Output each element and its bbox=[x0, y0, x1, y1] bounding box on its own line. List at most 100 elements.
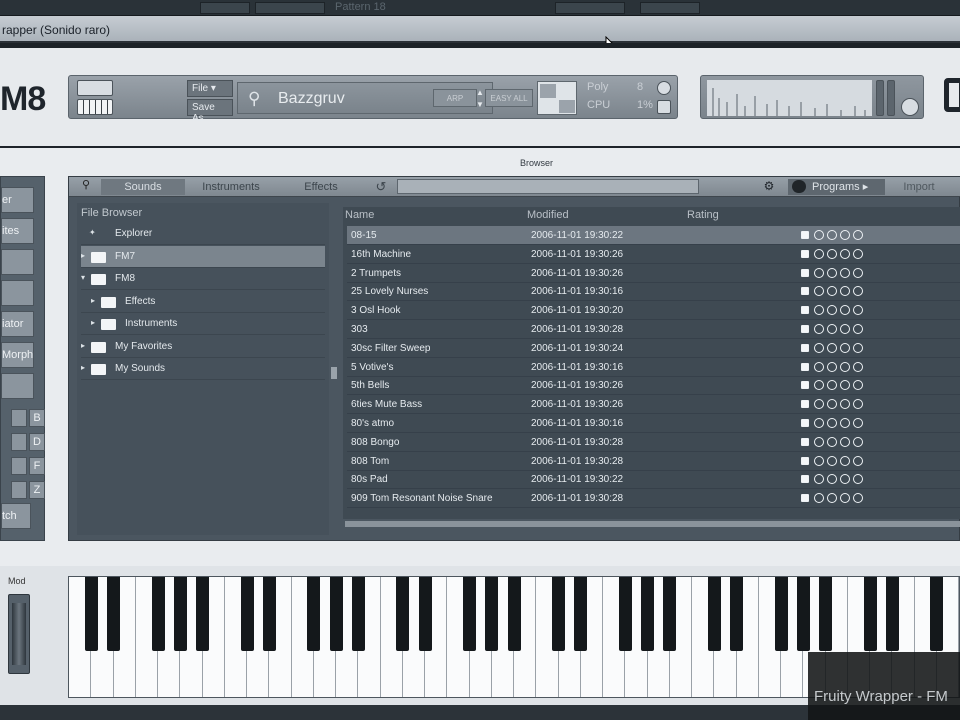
rating-dot-icon[interactable] bbox=[801, 268, 809, 277]
rating-dot-icon[interactable] bbox=[814, 361, 824, 372]
refresh-icon[interactable]: ↺ bbox=[369, 179, 393, 195]
op-key[interactable] bbox=[11, 433, 27, 451]
rating-dot-icon[interactable] bbox=[853, 361, 863, 372]
rating-dot-icon[interactable] bbox=[853, 286, 863, 297]
rating-stars[interactable] bbox=[801, 455, 871, 467]
nav-item[interactable]: Morph bbox=[1, 342, 34, 368]
rating-dot-icon[interactable] bbox=[827, 418, 837, 428]
black-key[interactable] bbox=[863, 577, 877, 651]
tree-item[interactable]: ▸ My Favorites bbox=[81, 336, 325, 358]
rating-dot-icon[interactable] bbox=[853, 418, 863, 428]
rating-dot-icon[interactable] bbox=[801, 287, 809, 296]
rating-dot-icon[interactable] bbox=[840, 342, 850, 353]
op-key[interactable] bbox=[11, 457, 27, 475]
rating-dot-icon[interactable] bbox=[853, 305, 863, 316]
nav-item[interactable]: iator bbox=[1, 311, 34, 337]
rating-dot-icon[interactable] bbox=[840, 286, 850, 297]
op-key-b[interactable]: B bbox=[29, 409, 45, 427]
rating-dot-icon[interactable] bbox=[801, 306, 809, 315]
rating-dot-icon[interactable] bbox=[801, 381, 809, 390]
table-row[interactable]: 303 2006-11-01 19:30:28 bbox=[347, 320, 960, 339]
save-as-button[interactable]: Save As bbox=[187, 99, 233, 124]
import-button[interactable]: Import bbox=[889, 179, 949, 195]
black-key[interactable] bbox=[819, 577, 832, 651]
search-icon[interactable]: ⚲ bbox=[73, 178, 99, 195]
scrollbar[interactable] bbox=[331, 367, 337, 379]
rating-dot-icon[interactable] bbox=[853, 436, 863, 447]
column-modified[interactable]: Modified bbox=[527, 209, 569, 221]
rating-dot-icon[interactable] bbox=[801, 437, 809, 446]
rating-dot-icon[interactable] bbox=[853, 474, 863, 485]
rating-dot-icon[interactable] bbox=[814, 342, 824, 353]
rating-dot-icon[interactable] bbox=[801, 343, 809, 352]
scrollbar[interactable] bbox=[345, 521, 960, 527]
rating-dot-icon[interactable] bbox=[827, 380, 837, 391]
op-key-d[interactable]: D bbox=[29, 433, 45, 451]
rating-dot-icon[interactable] bbox=[801, 456, 809, 465]
black-key[interactable] bbox=[507, 577, 521, 651]
rating-dot-icon[interactable] bbox=[840, 455, 850, 466]
op-key[interactable] bbox=[11, 409, 27, 427]
tree-item[interactable]: ✦ Explorer bbox=[81, 223, 325, 245]
black-key[interactable] bbox=[262, 577, 276, 651]
rating-dot-icon[interactable] bbox=[814, 286, 824, 297]
tree-item[interactable]: ▸ FM7 bbox=[81, 245, 325, 268]
rating-dot-icon[interactable] bbox=[814, 324, 824, 334]
expand-arrow-icon[interactable]: ▸ bbox=[81, 363, 85, 372]
op-key[interactable] bbox=[11, 481, 27, 499]
rating-dot-icon[interactable] bbox=[827, 474, 837, 485]
expand-arrow-icon[interactable]: ▾ bbox=[81, 273, 85, 282]
nav-item[interactable]: tch bbox=[1, 503, 31, 529]
black-key[interactable] bbox=[485, 577, 499, 651]
rating-dot-icon[interactable] bbox=[801, 475, 809, 484]
nav-item[interactable] bbox=[1, 373, 34, 399]
volume-knob-icon[interactable] bbox=[901, 98, 919, 116]
rating-dot-icon[interactable] bbox=[814, 380, 824, 391]
rating-dot-icon[interactable] bbox=[814, 418, 824, 428]
host-toolbar-segment[interactable] bbox=[200, 2, 250, 14]
rating-stars[interactable] bbox=[801, 398, 871, 410]
rating-dot-icon[interactable] bbox=[853, 324, 863, 334]
rating-dot-icon[interactable] bbox=[840, 380, 850, 391]
black-key[interactable] bbox=[351, 577, 365, 651]
black-key[interactable] bbox=[107, 577, 120, 651]
rating-dot-icon[interactable] bbox=[827, 248, 837, 259]
rating-dot-icon[interactable] bbox=[814, 267, 824, 278]
rating-dot-icon[interactable] bbox=[827, 361, 837, 372]
rating-stars[interactable] bbox=[801, 436, 871, 448]
layout-grid-icon[interactable] bbox=[537, 81, 577, 115]
browser-search-input[interactable] bbox=[397, 179, 699, 194]
expand-arrow-icon[interactable]: ▸ bbox=[81, 251, 85, 260]
table-row[interactable]: 30sc Filter Sweep 2006-11-01 19:30:24 bbox=[347, 339, 960, 358]
op-key-z[interactable]: Z bbox=[29, 481, 45, 499]
black-key[interactable] bbox=[774, 577, 788, 651]
rating-dot-icon[interactable] bbox=[840, 361, 850, 372]
host-toolbar-segment[interactable] bbox=[255, 2, 325, 14]
rating-dot-icon[interactable] bbox=[840, 493, 850, 504]
rating-dot-icon[interactable] bbox=[827, 436, 837, 447]
black-key[interactable] bbox=[418, 577, 432, 651]
rating-dot-icon[interactable] bbox=[801, 325, 809, 333]
mod-wheel[interactable] bbox=[8, 594, 30, 674]
rating-dot-icon[interactable] bbox=[827, 493, 837, 504]
pattern-selector[interactable]: Pattern 18 bbox=[335, 1, 386, 13]
black-key[interactable] bbox=[796, 577, 810, 651]
rating-dot-icon[interactable] bbox=[814, 436, 824, 447]
rating-dot-icon[interactable] bbox=[853, 455, 863, 466]
rating-dot-icon[interactable] bbox=[801, 419, 809, 427]
tree-item[interactable]: ▸ Instruments bbox=[81, 313, 325, 335]
file-menu-button[interactable]: File ▾ bbox=[187, 80, 233, 97]
rating-dot-icon[interactable] bbox=[814, 305, 824, 316]
table-row[interactable]: 25 Lovely Nurses 2006-11-01 19:30:16 bbox=[347, 282, 960, 302]
black-key[interactable] bbox=[574, 577, 588, 651]
keyboard-view-icon[interactable] bbox=[77, 99, 113, 115]
expand-arrow-icon[interactable]: ▸ bbox=[91, 296, 95, 305]
rating-dot-icon[interactable] bbox=[840, 436, 850, 447]
table-row[interactable]: 80s Pad 2006-11-01 19:30:22 bbox=[347, 470, 960, 490]
black-key[interactable] bbox=[707, 577, 721, 651]
black-key[interactable] bbox=[618, 577, 632, 651]
table-row[interactable]: 16th Machine 2006-11-01 19:30:26 bbox=[347, 245, 960, 264]
rating-dot-icon[interactable] bbox=[814, 493, 824, 504]
rating-dot-icon[interactable] bbox=[827, 324, 837, 334]
black-key[interactable] bbox=[641, 577, 654, 651]
